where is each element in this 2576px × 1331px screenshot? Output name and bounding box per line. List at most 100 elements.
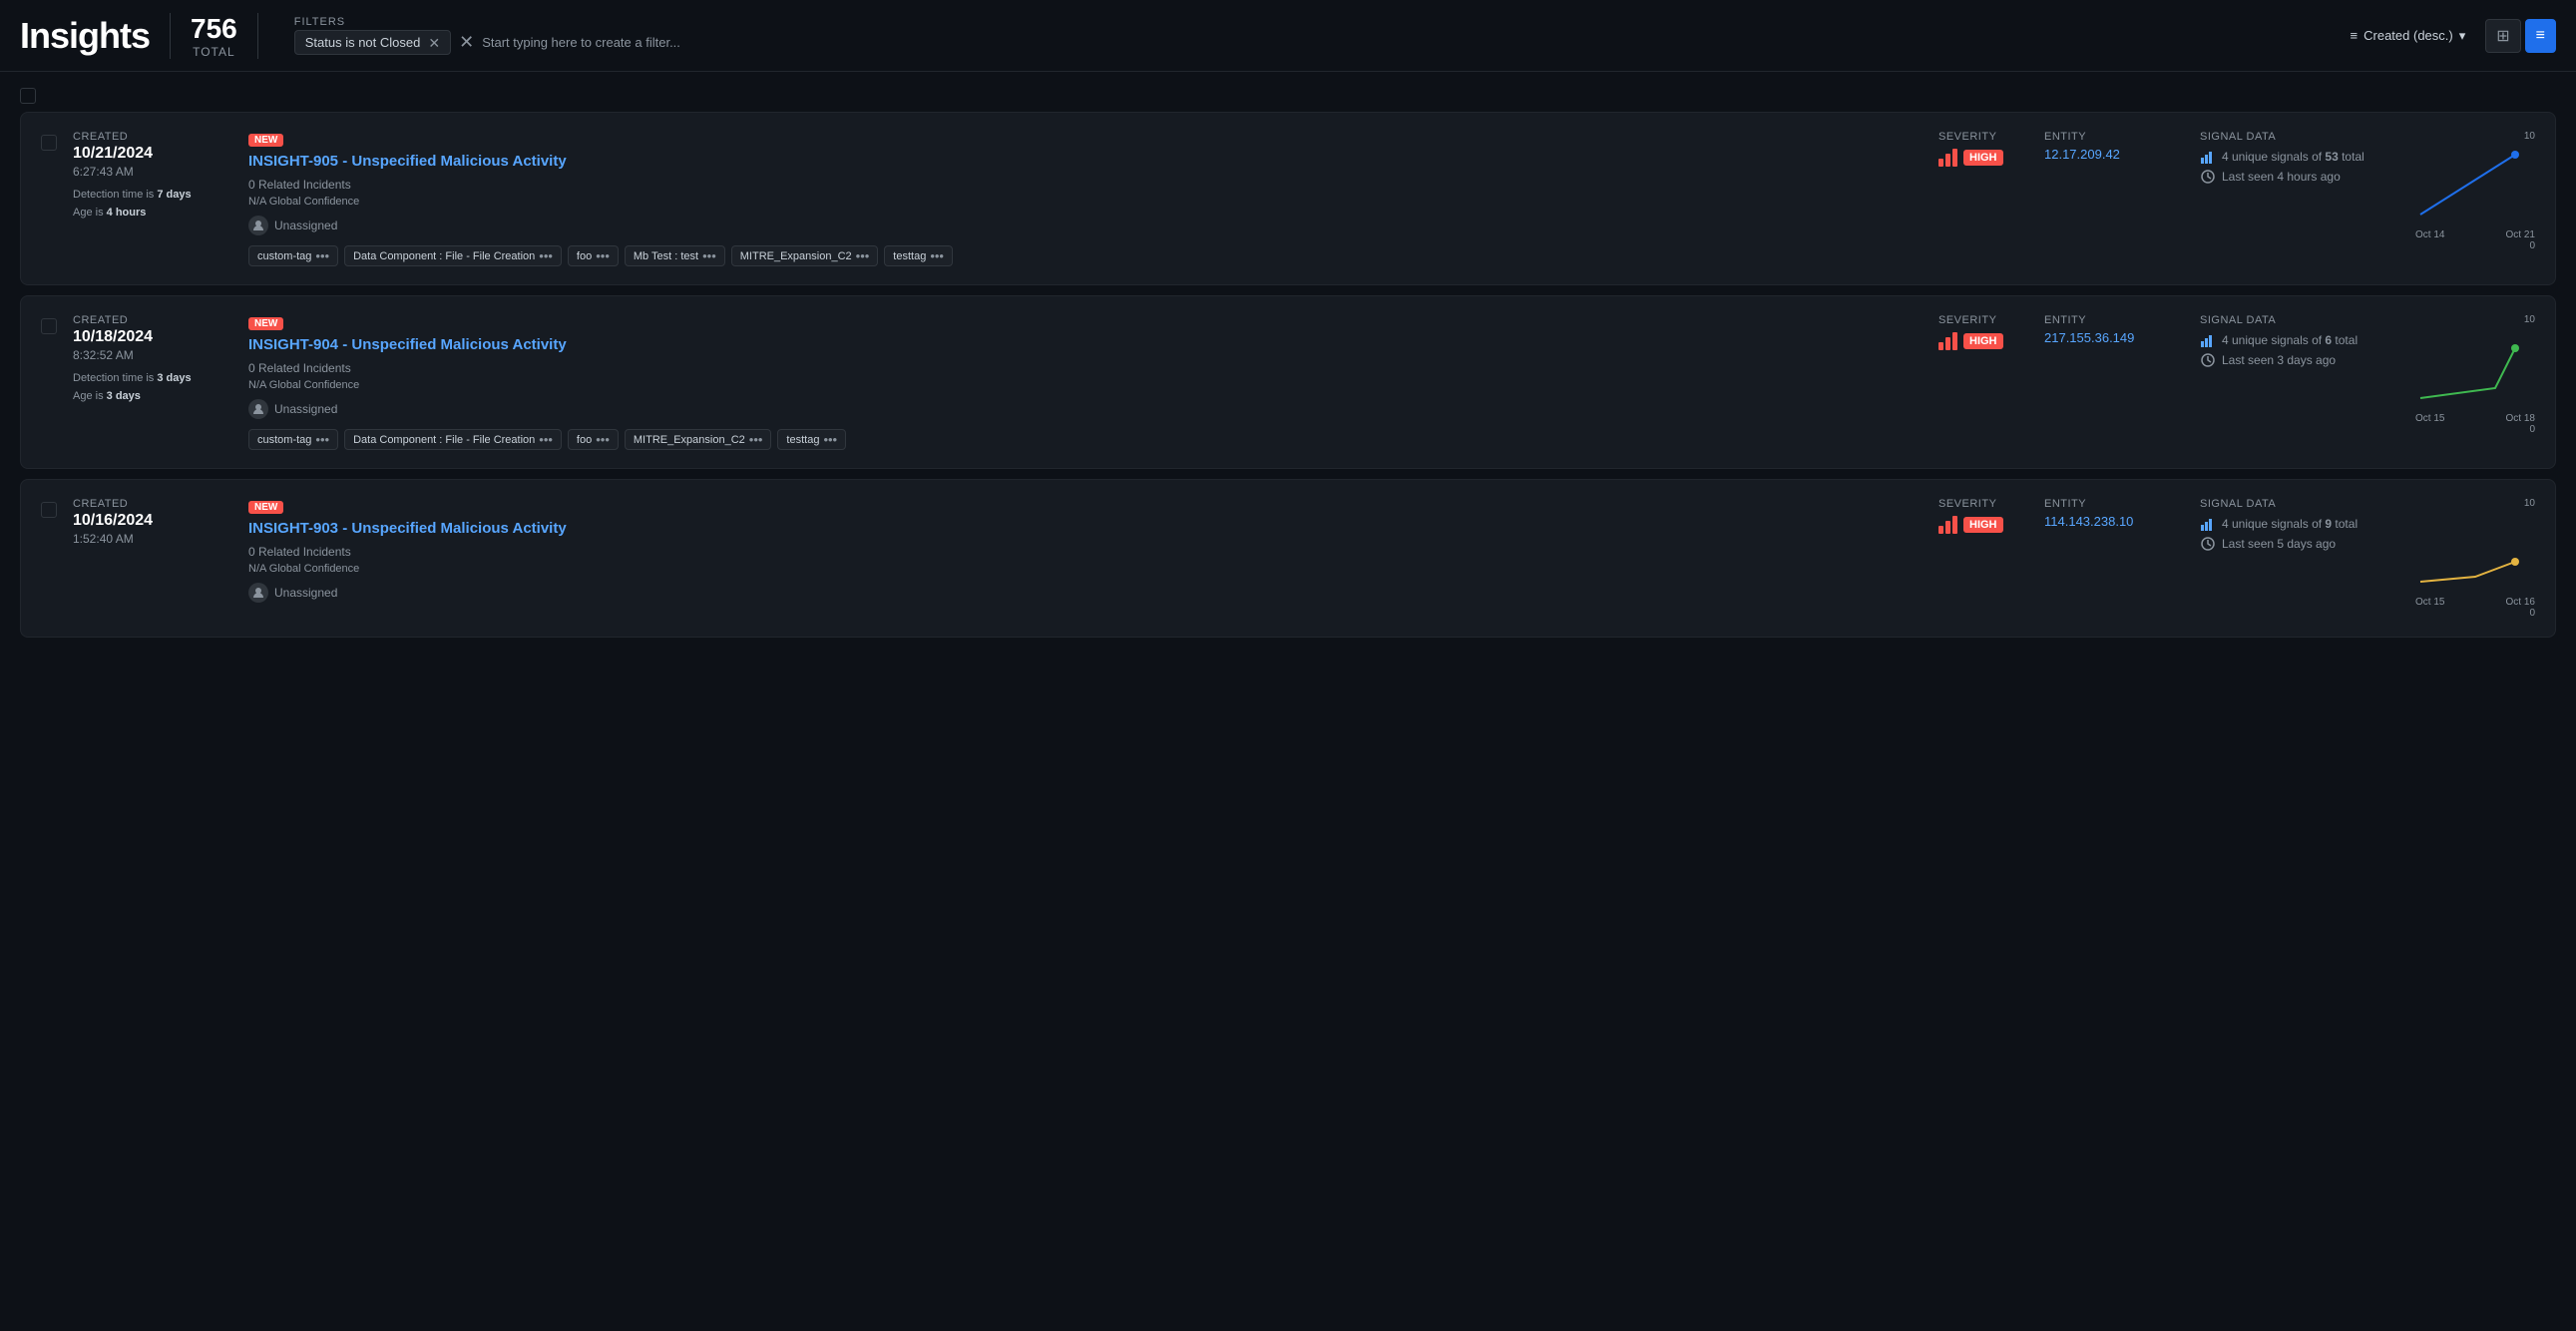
card-left: Created 10/16/2024 1:52:40 AM	[73, 498, 232, 554]
filter-input-area: Status is not Closed ✕ ✕ Start typing he…	[294, 30, 2315, 55]
chart-top-label: 10	[2524, 314, 2535, 325]
signal-label: Signal Data	[2200, 131, 2399, 143]
card-middle: New INSIGHT-905 - Unspecified Malicious …	[248, 131, 1923, 266]
signal-bars-icon	[2200, 332, 2216, 348]
sort-label: Created (desc.)	[2363, 28, 2453, 43]
filter-clear-icon[interactable]: ✕	[459, 32, 474, 53]
card-left: Created 10/18/2024 8:32:52 AM Detection …	[73, 314, 232, 405]
signal-unique-row: 4 unique signals of 9 total	[2200, 516, 2399, 532]
unique-signals-text: 4 unique signals of 6 total	[2222, 333, 2358, 347]
detection-days: 3 days	[157, 372, 191, 384]
tag[interactable]: foo •••	[568, 245, 619, 266]
signal-total: 6	[2325, 333, 2332, 347]
severity-value: HIGH	[1963, 150, 2003, 166]
view-grid-button[interactable]: ⊞	[2485, 19, 2520, 53]
tag[interactable]: testtag •••	[884, 245, 953, 266]
tag[interactable]: MITRE_Expansion_C2 •••	[731, 245, 879, 266]
card-checkbox[interactable]	[41, 135, 57, 151]
created-date: 10/21/2024	[73, 145, 232, 163]
total-number: 756	[191, 13, 237, 45]
tag-options-icon[interactable]: •••	[702, 248, 716, 263]
tag-options-icon[interactable]: •••	[856, 248, 870, 263]
severity-label: Severity	[1938, 498, 1996, 510]
chart-x2-label: Oct 18	[2506, 413, 2535, 424]
tag-label: testtag	[893, 250, 926, 262]
chart-x1-label: Oct 15	[2415, 413, 2444, 424]
signal-block: Signal Data 4 unique signals of 53 total…	[2200, 131, 2399, 185]
filter-close-icon[interactable]: ✕	[428, 36, 440, 50]
entity-ip[interactable]: 217.155.36.149	[2044, 330, 2184, 345]
tag[interactable]: custom-tag •••	[248, 429, 338, 450]
filter-text: Status is not Closed	[305, 35, 421, 50]
chart-bottom-label: 0	[2415, 608, 2535, 619]
filter-placeholder[interactable]: Start typing here to create a filter...	[482, 35, 680, 50]
chart-top-label: 10	[2524, 131, 2535, 142]
last-seen-text: Last seen 3 days ago	[2222, 353, 2336, 367]
tag-options-icon[interactable]: •••	[539, 248, 553, 263]
severity-bar-3	[1952, 516, 1957, 534]
chart-area: 10 Oct 15 Oct 16 0	[2415, 498, 2535, 619]
new-badge: New	[248, 317, 283, 330]
new-badge: New	[248, 134, 283, 147]
tag[interactable]: Mb Test : test •••	[625, 245, 725, 266]
severity-value: HIGH	[1963, 517, 2003, 533]
tag-options-icon[interactable]: •••	[749, 432, 763, 447]
tag[interactable]: Data Component : File - File Creation ••…	[344, 429, 562, 450]
clock-icon	[2200, 352, 2216, 368]
card-checkbox[interactable]	[41, 318, 57, 334]
tag-options-icon[interactable]: •••	[315, 432, 329, 447]
chart-x-labels: Oct 15 Oct 16	[2415, 597, 2535, 608]
tag[interactable]: custom-tag •••	[248, 245, 338, 266]
entity-ip[interactable]: 114.143.238.10	[2044, 514, 2184, 529]
tag[interactable]: MITRE_Expansion_C2 •••	[625, 429, 772, 450]
active-filter-pill[interactable]: Status is not Closed ✕	[294, 30, 451, 55]
tag-label: Data Component : File - File Creation	[353, 434, 535, 446]
tag[interactable]: testtag •••	[777, 429, 846, 450]
chart-x-labels: Oct 14 Oct 21	[2415, 229, 2535, 240]
severity-bars	[1938, 332, 1957, 350]
severity-bar-2	[1945, 337, 1950, 350]
card-middle: New INSIGHT-904 - Unspecified Malicious …	[248, 314, 1923, 450]
assignee-icon	[248, 583, 268, 603]
chart-area: 10 Oct 15 Oct 18 0	[2415, 314, 2535, 435]
assignee-row: Unassigned	[248, 583, 1923, 603]
created-label: Created	[73, 498, 232, 510]
insight-card: Created 10/21/2024 6:27:43 AM Detection …	[20, 112, 2556, 285]
assignee-row: Unassigned	[248, 399, 1923, 419]
severity-high: HIGH	[1938, 149, 2003, 167]
tag-options-icon[interactable]: •••	[539, 432, 553, 447]
tag-label: custom-tag	[257, 250, 311, 262]
tag-options-icon[interactable]: •••	[930, 248, 944, 263]
insight-title[interactable]: INSIGHT-905 - Unspecified Malicious Acti…	[248, 151, 1923, 172]
insight-title[interactable]: INSIGHT-904 - Unspecified Malicious Acti…	[248, 334, 1923, 355]
signal-bars-icon	[2200, 516, 2216, 532]
tag-options-icon[interactable]: •••	[823, 432, 837, 447]
tag-options-icon[interactable]: •••	[596, 432, 610, 447]
tag-options-icon[interactable]: •••	[315, 248, 329, 263]
view-list-button[interactable]: ≡	[2525, 19, 2556, 53]
main-content: Created 10/21/2024 6:27:43 AM Detection …	[0, 72, 2576, 660]
tag-label: testtag	[786, 434, 819, 446]
global-confidence: N/A Global Confidence	[248, 379, 1923, 391]
insight-title[interactable]: INSIGHT-903 - Unspecified Malicious Acti…	[248, 518, 1923, 539]
tag[interactable]: foo •••	[568, 429, 619, 450]
tag[interactable]: Data Component : File - File Creation ••…	[344, 245, 562, 266]
unique-signals-text: 4 unique signals of 9 total	[2222, 517, 2358, 531]
tag-options-icon[interactable]: •••	[596, 248, 610, 263]
card-checkbox[interactable]	[41, 502, 57, 518]
tag-label: MITRE_Expansion_C2	[634, 434, 745, 446]
last-seen-row: Last seen 5 days ago	[2200, 536, 2399, 552]
severity-bar-1	[1938, 159, 1943, 167]
related-incidents: 0 Related Incidents	[248, 361, 1923, 375]
cards-container: Created 10/21/2024 6:27:43 AM Detection …	[20, 112, 2556, 638]
mini-chart	[2415, 512, 2535, 595]
age-value: 4 hours	[107, 207, 147, 219]
severity-block: Severity HIGH	[1938, 498, 2028, 534]
entity-block: Entity 114.143.238.10	[2044, 498, 2184, 529]
chart-x1-label: Oct 14	[2415, 229, 2444, 240]
select-all-checkbox[interactable]	[20, 88, 36, 104]
entity-ip[interactable]: 12.17.209.42	[2044, 147, 2184, 162]
filters-label: FILTERS	[294, 16, 2315, 28]
sort-control[interactable]: ≡ Created (desc.) ▾	[2351, 28, 2466, 44]
chart-x-labels: Oct 15 Oct 18	[2415, 413, 2535, 424]
